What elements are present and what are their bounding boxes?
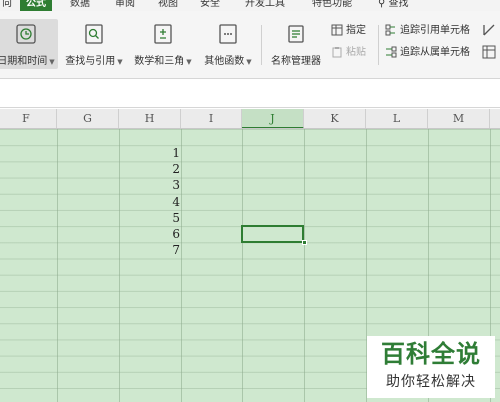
cell-h-value[interactable]: 1 (168, 145, 180, 161)
selected-cell[interactable] (241, 225, 304, 243)
paste-label: 粘贴 (346, 47, 366, 58)
chevron-down-icon: ▼ (117, 58, 123, 66)
book-search-icon (85, 24, 103, 44)
date-time-button[interactable]: 日期和时间 ▼ (0, 19, 58, 69)
search-label: 查找 (388, 0, 409, 9)
column-header-f[interactable]: F (0, 109, 57, 128)
menu-tab-review[interactable]: 审阅 (115, 0, 135, 11)
column-header-g[interactable]: G (57, 109, 119, 128)
column-header-k[interactable]: K (304, 109, 366, 128)
trace-dependents-button[interactable]: 追踪从属单元格 (385, 45, 470, 61)
cell-h-value[interactable]: 7 (168, 242, 180, 258)
other-functions-button[interactable]: 其他函数 ▼ (201, 19, 255, 69)
paste-icon (332, 47, 342, 58)
menu-tab-security[interactable]: 安全 (200, 0, 220, 11)
menu-tab-insert[interactable]: 向 (2, 0, 12, 11)
grid-line (57, 129, 58, 402)
cell-h-value[interactable]: 5 (168, 210, 180, 226)
specify-label: 指定 (346, 25, 366, 36)
grid-line (304, 129, 305, 402)
show-formulas-button[interactable] (482, 45, 499, 61)
watermark-subtitle: 助你轻松解决 (386, 374, 476, 390)
arrow-icon (483, 24, 495, 36)
menu-bar: 向 公式 数据 审阅 视图 安全 开发工具 特色功能 ⚲ 查找 (0, 0, 500, 11)
grid-line (119, 129, 120, 402)
ribbon-toolbar: 日期和时间▼ 查找与引用▼ 数学和三角▼ 其他函数▼ 名称管理器 指定 (0, 11, 500, 79)
trace-dependents-icon (386, 46, 397, 58)
other-functions-label: 其他函数 (204, 56, 245, 67)
chevron-down-icon: ▼ (246, 58, 252, 66)
date-time-label: 日期和时间 (0, 56, 48, 67)
cell-h-value[interactable]: 6 (168, 226, 180, 242)
trace-precedents-label: 追踪引用单元格 (400, 25, 470, 36)
trace-dependents-label: 追踪从属单元格 (400, 47, 470, 58)
ribbon-separator (378, 25, 379, 65)
trace-precedents-button[interactable]: 追踪引用单元格 (385, 23, 470, 39)
column-header-j[interactable]: J (242, 109, 304, 128)
menu-tab-view[interactable]: 视图 (158, 0, 178, 11)
name-manager-label: 名称管理器 (271, 56, 321, 67)
menu-tab-developer[interactable]: 开发工具 (245, 0, 285, 11)
watermark-logo: 百科全说 助你轻松解决 (367, 336, 495, 398)
ribbon-separator (261, 25, 262, 65)
cell-h-value[interactable]: 4 (168, 194, 180, 210)
math-book-icon (154, 24, 172, 44)
name-manager-button[interactable]: 名称管理器 (267, 19, 325, 69)
functions-icon (219, 24, 237, 44)
remove-arrows-button[interactable] (482, 23, 499, 39)
math-trig-button[interactable]: 数学和三角 ▼ (131, 19, 195, 69)
menu-search[interactable]: ⚲ 查找 (378, 0, 409, 11)
name-manager-icon (288, 25, 304, 43)
math-trig-label: 数学和三角 (134, 56, 185, 67)
cell-h-value[interactable]: 2 (168, 161, 180, 177)
grid-line (242, 129, 243, 402)
menu-tab-data[interactable]: 数据 (70, 0, 90, 11)
column-header-l[interactable]: L (366, 109, 428, 128)
lookup-reference-button[interactable]: 查找与引用 ▼ (62, 19, 126, 69)
menu-tab-formula[interactable]: 公式 (20, 0, 52, 11)
trace-precedents-icon (385, 24, 395, 36)
grid-icon (482, 45, 496, 59)
fill-handle[interactable] (302, 240, 307, 245)
column-header-row: F G H I J K L M (0, 109, 500, 129)
chevron-down-icon: ▼ (186, 58, 192, 66)
cell-h-value[interactable]: 3 (168, 177, 180, 193)
column-header-n[interactable] (490, 109, 500, 128)
specify-button[interactable]: 指定 (331, 23, 366, 39)
column-header-h[interactable]: H (119, 109, 181, 128)
table-icon (331, 24, 343, 36)
lookup-reference-label: 查找与引用 (65, 56, 116, 67)
grid-line (181, 129, 182, 402)
paste-button[interactable]: 粘贴 (331, 45, 366, 61)
chevron-down-icon: ▼ (49, 58, 55, 66)
column-header-i[interactable]: I (181, 109, 242, 128)
search-icon: ⚲ (378, 0, 386, 9)
menu-tab-features[interactable]: 特色功能 (312, 0, 352, 11)
formula-bar[interactable] (0, 80, 500, 108)
clock-icon (16, 24, 36, 44)
watermark-title: 百科全说 (381, 340, 481, 368)
column-header-m[interactable]: M (428, 109, 490, 128)
